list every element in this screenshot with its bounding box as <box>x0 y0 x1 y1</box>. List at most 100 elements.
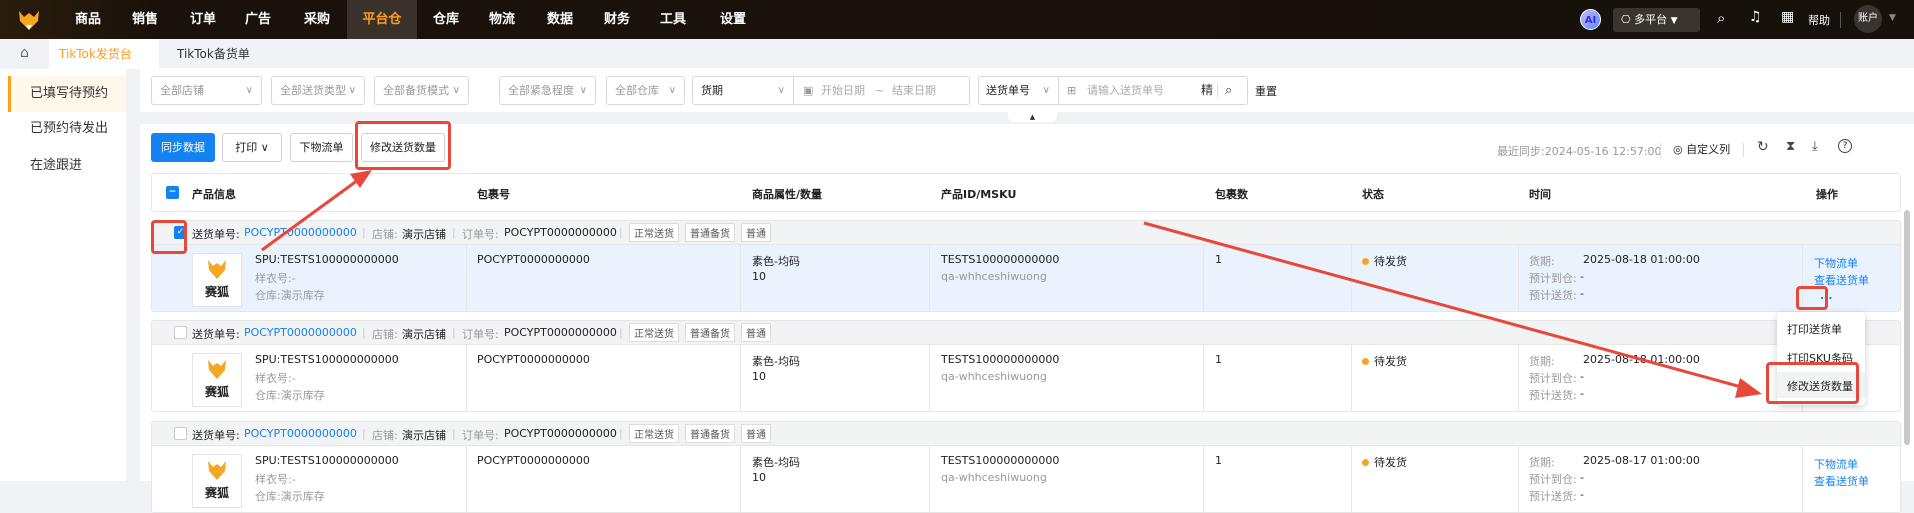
fox-logo-icon <box>208 461 226 480</box>
row-checkbox[interactable] <box>174 326 187 339</box>
status-badge: 待发货 <box>1362 454 1407 470</box>
nav-item[interactable]: 商品 <box>70 0 106 39</box>
hourglass-icon[interactable]: ⧗ <box>1786 139 1795 154</box>
headset-icon[interactable]: ♫ <box>1749 9 1762 25</box>
nav-item[interactable]: 物流 <box>484 0 520 39</box>
quantity: 10 <box>752 471 766 484</box>
ship-no-link[interactable]: POCYPT0000000000 <box>244 326 357 339</box>
store-select[interactable]: 全部店铺 ∨ <box>151 76 262 105</box>
date-type-select[interactable]: 货期 ∨ <box>693 77 794 104</box>
divider: | <box>619 326 623 339</box>
product-attr: 素色-均码 <box>752 355 800 368</box>
caret-down-icon[interactable]: ▼ <box>1889 13 1896 23</box>
exact-match-toggle[interactable]: 精 <box>1201 77 1213 104</box>
arrive-label: 预计到仓: <box>1529 473 1577 486</box>
ship-no-link[interactable]: POCYPT0000000000 <box>244 427 357 440</box>
help-link[interactable]: 帮助 <box>1808 12 1830 28</box>
divider <box>1660 143 1661 157</box>
batch-icon[interactable]: ⊞ <box>1067 77 1076 104</box>
sync-data-button[interactable]: 同步数据 <box>151 133 215 162</box>
ship-time-label: 预计送货: <box>1529 289 1577 302</box>
sidebar-item-filled-pending[interactable]: 已填写待预约 <box>8 76 126 112</box>
ship-no-search-input[interactable]: 请输入送货单号 <box>1087 77 1164 104</box>
last-sync-time: 最近同步:2024-05-16 12:57:00 <box>1497 145 1662 158</box>
nav-item[interactable]: 采购 <box>299 0 335 39</box>
nav-item[interactable]: 工具 <box>655 0 691 39</box>
download-icon[interactable]: ⤓ <box>1812 139 1818 154</box>
cell-divider <box>740 345 741 411</box>
menu-item-print-ship-order[interactable]: 打印送货单 <box>1787 321 1842 337</box>
ship-type-select[interactable]: 全部送货类型 ∨ <box>271 76 365 105</box>
account-avatar[interactable]: 账户 <box>1854 5 1882 33</box>
stock-mode-select[interactable]: 全部备货模式 ∨ <box>374 76 469 105</box>
collapse-filters-toggle[interactable]: ▲ <box>1008 112 1057 122</box>
nav-item[interactable]: 数据 <box>542 0 578 39</box>
tab-tiktok-stock[interactable]: TikTok备货单 <box>177 39 250 69</box>
status-dot-icon <box>1362 459 1369 466</box>
brand-text: 赛狐 <box>204 285 229 299</box>
nav-item[interactable]: 订单 <box>185 0 221 39</box>
reset-button[interactable]: 重置 <box>1255 83 1277 99</box>
custom-columns-button[interactable]: ◎ 自定义列 <box>1673 141 1730 157</box>
col-product-info: 产品信息 <box>192 188 236 201</box>
annotation-highlight <box>355 121 451 170</box>
sidebar-item-booked-pending[interactable]: 已预约待发出 <box>8 111 126 147</box>
platform-label: 多平台 <box>1634 13 1668 26</box>
refresh-icon[interactable]: ↻ <box>1757 139 1769 155</box>
tab-tiktok-shipping[interactable]: TikTok发货台 ✕ <box>49 39 159 91</box>
search-icon[interactable]: ⌕ <box>1717 9 1725 27</box>
search-type-select[interactable]: 送货单号 ∨ <box>979 77 1059 104</box>
ship-no-link[interactable]: POCYPT0000000000 <box>244 226 357 239</box>
nav-item[interactable]: 财务 <box>599 0 635 39</box>
spu: SPU:TESTS100000000000 <box>255 454 399 467</box>
print-dropdown-button[interactable]: 打印 ∨ <box>222 133 282 162</box>
scrollbar[interactable] <box>1904 210 1910 445</box>
cell-divider <box>929 345 930 411</box>
quantity: 10 <box>752 270 766 283</box>
platform-switcher[interactable]: ⎔ 多平台 ▼ <box>1613 8 1700 32</box>
warehouse-select[interactable]: 全部仓库 ∨ <box>606 76 685 105</box>
status-badge: 待发货 <box>1362 353 1407 369</box>
search-icon[interactable]: ⌕ <box>1225 77 1232 104</box>
chevron-down-icon: ∨ <box>245 85 253 96</box>
create-logistics-button[interactable]: 下物流单 <box>290 133 353 162</box>
cell-divider <box>466 345 467 411</box>
nav-item[interactable]: 销售 <box>127 0 163 39</box>
product-image: 赛狐 <box>192 454 242 508</box>
action-link[interactable]: 下物流单 <box>1814 456 1858 472</box>
due-date: 2025-08-18 01:00:00 <box>1583 353 1700 366</box>
cell-divider <box>929 245 930 311</box>
select-value: 全部仓库 <box>615 84 659 97</box>
help-icon[interactable]: ? <box>1838 139 1852 153</box>
select-value: 全部紧急程度 <box>508 84 574 97</box>
nav-item[interactable]: 设置 <box>715 0 751 39</box>
msku: qa-whhceshiwuong <box>941 270 1047 283</box>
nav-item[interactable]: 平台仓 <box>347 0 417 39</box>
sidebar-item-in-transit[interactable]: 在途跟进 <box>8 148 126 184</box>
home-icon[interactable]: ⌂ <box>20 45 29 61</box>
col-attributes: 商品属性/数量 <box>752 188 823 201</box>
nav-item[interactable]: 仓库 <box>428 0 464 39</box>
msku: qa-whhceshiwuong <box>941 370 1047 383</box>
ai-assistant-button[interactable]: AI <box>1580 9 1601 30</box>
range-separator: ~ <box>875 84 885 97</box>
row-checkbox[interactable] <box>174 427 187 440</box>
end-date-input[interactable]: 结束日期 <box>892 77 936 104</box>
due-date: 2025-08-17 01:00:00 <box>1583 454 1700 467</box>
action-link[interactable]: 下物流单 <box>1814 255 1858 271</box>
logo-icon[interactable] <box>18 9 40 31</box>
tag-badge: 普通 <box>741 223 771 242</box>
apps-grid-icon[interactable]: ▦ <box>1781 9 1794 25</box>
select-all-checkbox[interactable]: − <box>166 186 179 199</box>
fox-logo-icon <box>208 260 226 279</box>
urgency-select[interactable]: 全部紧急程度 ∨ <box>499 76 596 105</box>
nav-item[interactable]: 广告 <box>240 0 276 39</box>
due-label: 货期: <box>1529 355 1555 368</box>
package-count: 1 <box>1215 253 1222 266</box>
action-link[interactable]: 查看送货单 <box>1814 473 1869 489</box>
store-label: 店铺: <box>372 228 398 241</box>
print-label: 打印 <box>235 141 258 154</box>
cell-divider <box>1203 345 1204 411</box>
start-date-input[interactable]: 开始日期 <box>821 77 865 104</box>
status-badge: 待发货 <box>1362 253 1407 269</box>
